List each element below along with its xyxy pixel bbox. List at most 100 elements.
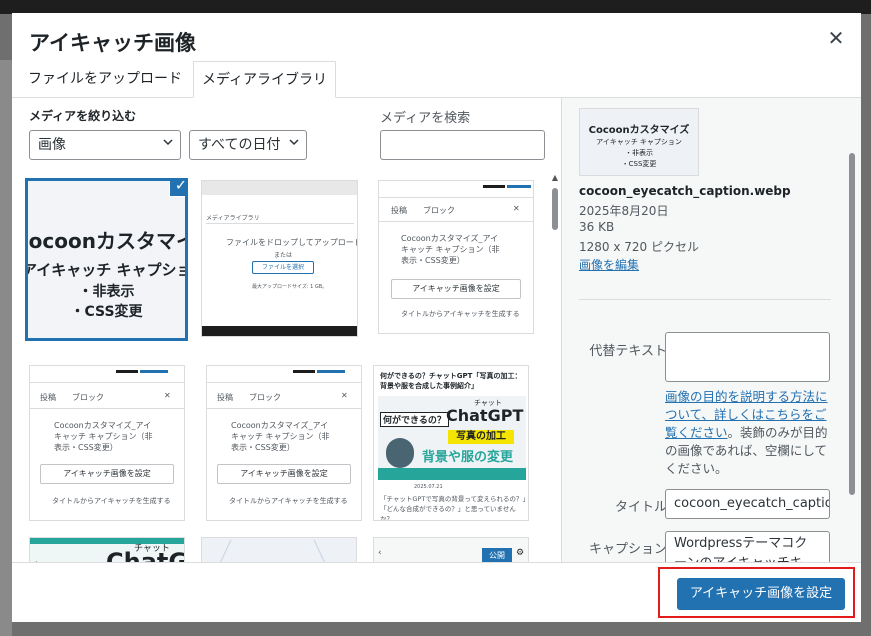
search-label: メディアを検索: [380, 111, 471, 126]
thumb-shape: [202, 181, 357, 195]
media-type-value: 画像: [38, 137, 66, 153]
thumb-shape: [207, 408, 361, 409]
thumb-text: 最大アップロードサイズ: 1 GB。: [252, 284, 328, 290]
thumb-text: アイキャッチ キャプション: [25, 261, 185, 279]
thumb-shape: [30, 408, 184, 409]
thumb-shape: [507, 185, 531, 188]
preview-text: アイキャッチ キャプション: [596, 138, 682, 146]
admin-toolbar: [0, 0, 871, 14]
chevron-down-icon: [289, 139, 299, 146]
highlight-box: [658, 567, 855, 618]
alt-text-field[interactable]: [665, 332, 830, 382]
title-label: タイトル: [614, 500, 667, 515]
date-filter-select[interactable]: すべての日付: [189, 130, 307, 160]
attachment-details: Cocoonカスタマイズ アイキャッチ キャプション ・非表示 ・CSS変更 c…: [561, 98, 861, 562]
eyecatch-preview: Cocoonカスタマイズ アイキャッチ キャプション ・非表示 ・CSS変更: [28, 181, 185, 338]
thumb-text: タイトルからアイキャッチを生成する: [229, 497, 348, 505]
thumb-text: ・CSS変更: [70, 304, 143, 320]
media-item[interactable]: 投稿 ブロック ✕ Cocoonカスタマイズ_アイキャッチ キャプション（非表示…: [206, 365, 362, 521]
thumb-text: 背景や服の変更: [422, 450, 514, 465]
chatgpt-banner: 何ができるの？ チャット ChatGPT 写真の加工 背景や服の変更: [378, 396, 526, 480]
thumb-text: メディアライブラリ: [206, 215, 260, 222]
thumb-text: ファイルをドロップしてアップロード: [226, 238, 358, 247]
thumb-text: 2025.07.21: [414, 484, 443, 490]
thumb-shape: [483, 185, 505, 188]
thumb-shape: [293, 370, 315, 373]
media-item[interactable]: ‹ 公開 ⚙: [373, 537, 529, 562]
thumb-shape: [206, 223, 354, 224]
thumb-shape: [202, 326, 357, 336]
thumb-text: 写真の加工: [448, 430, 514, 444]
media-item[interactable]: 投稿 ブロック ✕ Cocoonカスタマイズ_アイキャッチ キャプション（非表示…: [378, 180, 534, 334]
media-item-selected[interactable]: Cocoonカスタマイズ アイキャッチ キャプション ・非表示 ・CSS変更 ✓: [25, 178, 188, 341]
filter-label: メディアを絞り込む: [29, 109, 137, 123]
thumb-text: Cocoonカスタマイズ_アイキャッチ キャプション（非表示・CSS変更）: [231, 421, 330, 452]
attachment-date: 2025年8月20日: [579, 204, 669, 218]
thumb-shape: [379, 221, 533, 222]
thumb-shape: アイキャッチ画像を設定: [391, 279, 521, 299]
sidebar-scrollbar[interactable]: [849, 153, 855, 495]
thumb-text: ブロック: [249, 393, 281, 402]
edit-image-link[interactable]: 画像を編集: [579, 256, 639, 273]
thumb-text: または: [274, 252, 293, 259]
close-icon: ✕: [513, 204, 520, 213]
caption-label: キャプション: [588, 542, 667, 557]
title-field[interactable]: cocoon_eyecatch_caption: [665, 489, 830, 519]
attachment-dimensions: 1280 x 720 ピクセル: [579, 240, 699, 254]
thumb-text: Cocoonカスタマイズ: [28, 229, 185, 253]
close-icon[interactable]: ✕: [825, 27, 847, 49]
close-icon: ✕: [341, 391, 348, 400]
thumb-shape: [317, 370, 345, 373]
thumb-shape: ファイルを選択: [252, 261, 314, 274]
robot-icon: [386, 438, 414, 468]
thumb-text: Cocoonカスタマイズ_アイキャッチ キャプション（非表示・CSS変更）: [401, 234, 500, 265]
thumb-shape: [379, 197, 533, 198]
thumb-text: ブロック: [423, 206, 455, 215]
thumb-text: ChatGPT: [446, 406, 524, 425]
media-item[interactable]: チャット ChatGPT 何ができるの？: [29, 537, 185, 562]
media-item[interactable]: 何ができるの？チャットGPT「写真の加工：背景や服を合成した事例紹介」 何ができ…: [373, 365, 529, 521]
featured-image-modal: アイキャッチ画像 ✕ ファイルをアップロード メディアライブラリ メディアを絞り…: [12, 13, 861, 622]
media-item[interactable]: メディアライブラリ ファイルをドロップしてアップロード または ファイルを選択 …: [201, 180, 358, 337]
thumb-text: ブロック: [72, 393, 104, 402]
attachment-filename: cocoon_eyecatch_caption.webp: [579, 184, 791, 198]
thumb-shape: アイキャッチ画像を設定: [217, 464, 351, 484]
thumb-text: 公開: [482, 548, 512, 562]
thumb-text: 投稿: [217, 393, 233, 402]
date-filter-value: すべての日付: [198, 137, 281, 153]
thumb-shape: [313, 539, 332, 562]
thumb-text: 投稿: [391, 206, 407, 215]
media-item[interactable]: [201, 537, 357, 562]
media-item[interactable]: 投稿 ブロック ✕ Cocoonカスタマイズ_アイキャッチ キャプション（非表示…: [29, 365, 185, 521]
alt-text-label: 代替テキスト: [589, 344, 667, 359]
tab-media-library[interactable]: メディアライブラリ: [193, 61, 337, 98]
thumb-shape: [213, 539, 232, 562]
thumb-text: Cocoonカスタマイズ_アイキャッチ キャプション（非表示・CSS変更）: [54, 421, 153, 452]
thumb-text: 投稿: [40, 393, 56, 402]
preview-text: Cocoonカスタマイズ: [588, 125, 690, 136]
media-type-select[interactable]: 画像: [29, 130, 181, 160]
background-editor-strip: [0, 60, 12, 636]
grid-scrollbar[interactable]: [552, 188, 558, 230]
chevron-left-icon: ‹: [378, 548, 382, 558]
tab-upload-files[interactable]: ファイルをアップロード: [20, 61, 190, 97]
checkmark-icon[interactable]: ✓: [169, 181, 185, 197]
thumb-shape: [378, 468, 526, 480]
caption-field[interactable]: Wordpressテーマコクーンのアイキャッチキ: [665, 531, 830, 562]
thumb-text: 「チャットGPTで写真の背景って変えられるの？」「どんな合成ができるの？」と思っ…: [380, 495, 526, 521]
thumb-text: 何ができるの？: [380, 412, 449, 427]
scroll-up-icon[interactable]: ▲: [550, 173, 560, 182]
thumb-shape: [140, 370, 168, 373]
attachment-size: 36 KB: [579, 220, 615, 234]
thumb-shape: [116, 370, 138, 373]
gear-icon: ⚙: [516, 548, 525, 558]
thumb-shape: [30, 382, 184, 383]
thumb-text: 何ができるの？チャットGPT「写真の加工：背景や服を合成した事例紹介」: [380, 372, 522, 390]
alt-text-help: 画像の目的を説明する方法について、詳しくはこちらをご覧ください。装飾のみが目的の…: [665, 388, 830, 478]
preview-text: ・非表示: [625, 149, 653, 157]
media-grid: Cocoonカスタマイズ アイキャッチ キャプション ・非表示 ・CSS変更 ✓…: [12, 173, 546, 562]
modal-title: アイキャッチ画像: [29, 31, 196, 55]
thumb-text: タイトルからアイキャッチを生成する: [401, 310, 520, 318]
media-search-input[interactable]: [380, 130, 545, 160]
thumb-text: タイトルからアイキャッチを生成する: [52, 497, 171, 505]
